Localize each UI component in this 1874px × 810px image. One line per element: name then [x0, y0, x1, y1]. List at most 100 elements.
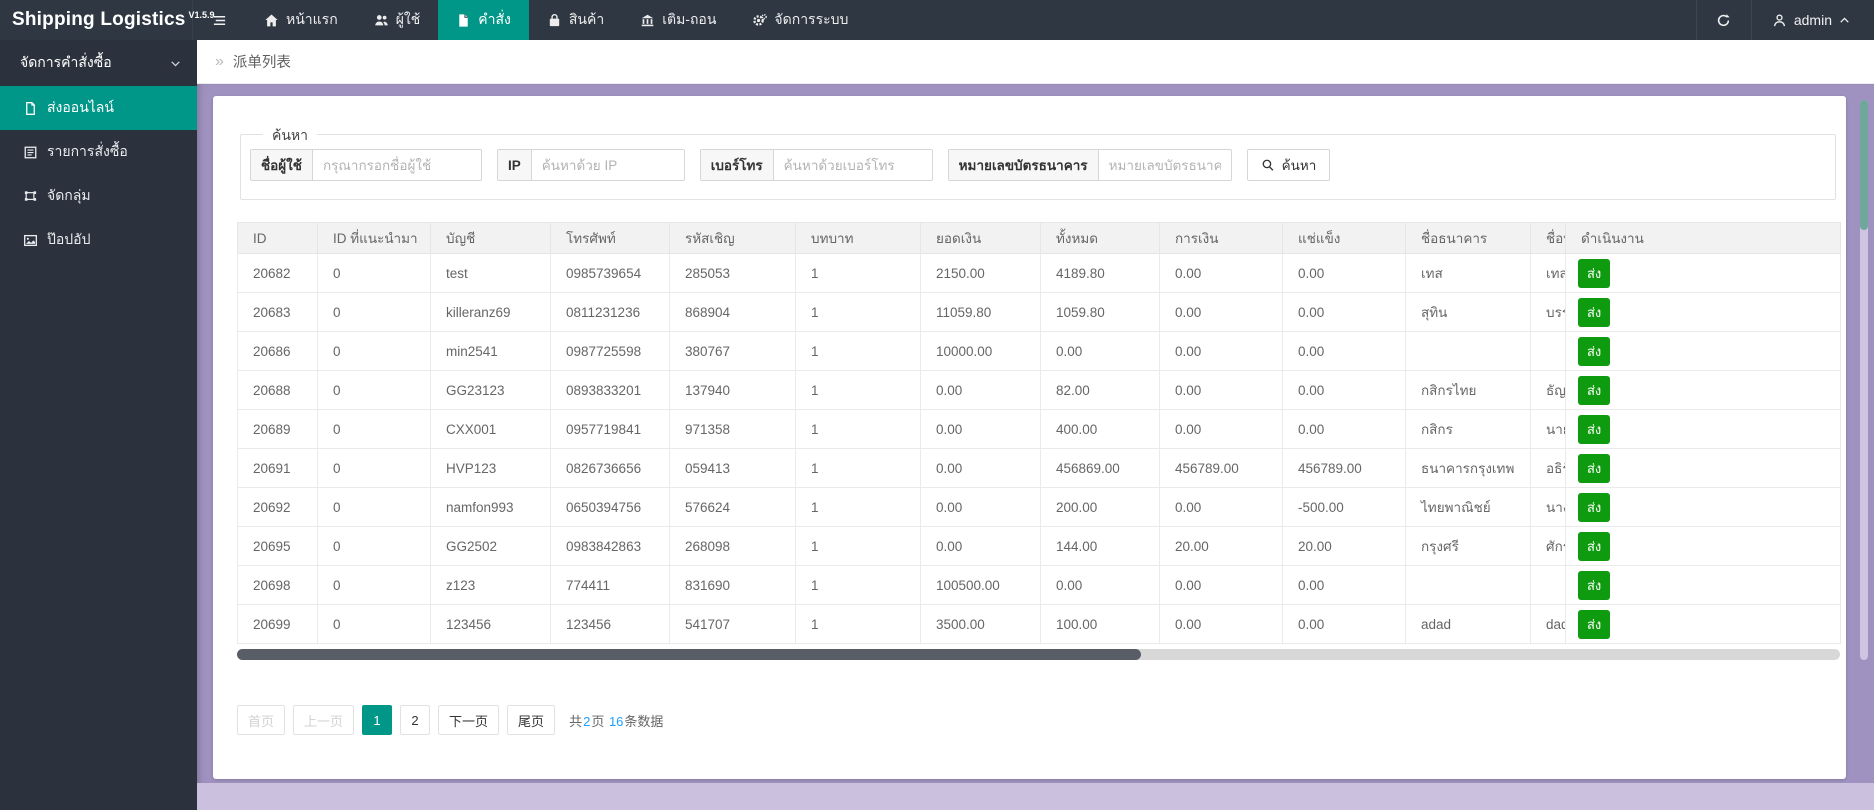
send-button[interactable]: ส่ง — [1578, 493, 1610, 522]
nav-item-label: ผู้ใช้ — [396, 9, 421, 31]
hamburger-icon — [212, 13, 227, 28]
page-button-next[interactable]: 下一页 — [438, 705, 499, 735]
nav-item-users[interactable]: ผู้ใช้ — [356, 0, 439, 40]
cell-finance: 0.00 — [1160, 605, 1283, 644]
send-button[interactable]: ส่ง — [1578, 337, 1610, 366]
user-menu[interactable]: admin — [1752, 0, 1874, 40]
nav-item-home[interactable]: หน้าแรก — [246, 0, 356, 40]
cell-frozen: -500.00 — [1283, 488, 1406, 527]
table-row: 206860min25410987725598380767110000.000.… — [238, 332, 1841, 371]
cell-finance: 0.00 — [1160, 254, 1283, 293]
sidebar-item-order-list[interactable]: รายการสั่งซื้อ — [0, 130, 197, 174]
cell-account_name: dad — [1531, 605, 1566, 644]
cell-account: test — [431, 254, 551, 293]
search-group-username: ชื่อผู้ใช้ — [250, 149, 482, 181]
search-row: ชื่อผู้ใช้IPเบอร์โทรหมายเลขบัตรธนาคารค้น… — [250, 149, 1330, 181]
cell-role: 1 — [796, 566, 921, 605]
sidebar-toggle-button[interactable] — [192, 0, 246, 40]
cell-ref_id: 0 — [318, 254, 431, 293]
cell-phone: 0811231236 — [551, 293, 670, 332]
vertical-scrollbar[interactable] — [1860, 100, 1868, 660]
send-button[interactable]: ส่ง — [1578, 532, 1610, 561]
cell-balance: 0.00 — [921, 488, 1041, 527]
cell-account: GG23123 — [431, 371, 551, 410]
group-icon — [23, 189, 38, 204]
cell-account_name: ศักร — [1531, 527, 1566, 566]
cell-invite_code: 380767 — [670, 332, 796, 371]
phone-input[interactable] — [774, 150, 932, 180]
send-button[interactable]: ส่ง — [1578, 298, 1610, 327]
users-icon — [374, 13, 389, 28]
refresh-icon — [1716, 13, 1731, 28]
nav-item-system[interactable]: จัดการระบบ — [734, 0, 866, 40]
cell-account: HVP123 — [431, 449, 551, 488]
send-button[interactable]: ส่ง — [1578, 415, 1610, 444]
cell-bank_name: adad — [1406, 605, 1531, 644]
pagination-summary-number: 2 — [582, 714, 591, 729]
cell-frozen: 0.00 — [1283, 566, 1406, 605]
horizontal-scrollbar[interactable] — [237, 649, 1840, 660]
chevron-down-icon — [170, 58, 181, 69]
cell-actions: ส่ง — [1566, 566, 1841, 605]
cell-ref_id: 0 — [318, 605, 431, 644]
cell-phone: 0987725598 — [551, 332, 670, 371]
send-button[interactable]: ส่ง — [1578, 376, 1610, 405]
send-button[interactable]: ส่ง — [1578, 610, 1610, 639]
cell-balance: 0.00 — [921, 410, 1041, 449]
send-button[interactable]: ส่ง — [1578, 259, 1610, 288]
cell-balance: 0.00 — [921, 449, 1041, 488]
cell-account: CXX001 — [431, 410, 551, 449]
page-button-last[interactable]: 尾页 — [507, 705, 555, 735]
cell-balance: 2150.00 — [921, 254, 1041, 293]
cell-bank_name: กสิกร — [1406, 410, 1531, 449]
pagination-summary: 共2页 16条数据 — [569, 711, 663, 730]
column-header-7: ทั้งหมด — [1041, 223, 1160, 254]
search-button[interactable]: ค้นหา — [1247, 149, 1331, 181]
username-input[interactable] — [313, 150, 481, 180]
table-row: 206920namfon993065039475657662410.00200.… — [238, 488, 1841, 527]
sidebar-group-order-management[interactable]: จัดการคำสั่งซื้อ — [0, 40, 197, 86]
send-button[interactable]: ส่ง — [1578, 454, 1610, 483]
cell-account_name: นางส — [1531, 488, 1566, 527]
refresh-button[interactable] — [1696, 0, 1752, 40]
footer-strip — [197, 783, 1874, 810]
search-label-username: ชื่อผู้ใช้ — [251, 150, 313, 180]
nav-item-products[interactable]: สินค้า — [529, 0, 622, 40]
nav-item-orders[interactable]: คำสั่ง — [438, 0, 529, 40]
horizontal-scrollbar-thumb[interactable] — [237, 649, 1141, 660]
send-button[interactable]: ส่ง — [1578, 571, 1610, 600]
page-button-page-2[interactable]: 2 — [400, 705, 430, 735]
cell-role: 1 — [796, 293, 921, 332]
pagination-summary-text: 条数据 — [624, 714, 663, 729]
cell-invite_code: 971358 — [670, 410, 796, 449]
vertical-scrollbar-thumb[interactable] — [1860, 100, 1868, 230]
cell-finance: 0.00 — [1160, 566, 1283, 605]
table-row: 20699012345612345654170713500.00100.000.… — [238, 605, 1841, 644]
bankcard-input[interactable] — [1099, 150, 1231, 180]
table-header-row: IDID ที่แนะนำมาบัญชีโทรศัพท์รหัสเชิญบทบา… — [238, 223, 1841, 254]
column-header-6: ยอดเงิน — [921, 223, 1041, 254]
page-button-page-1[interactable]: 1 — [362, 705, 392, 735]
dispatch-table: IDID ที่แนะนำมาบัญชีโทรศัพท์รหัสเชิญบทบา… — [237, 222, 1840, 644]
cell-phone: 0650394756 — [551, 488, 670, 527]
cell-finance: 0.00 — [1160, 371, 1283, 410]
cell-total: 82.00 — [1041, 371, 1160, 410]
ip-input[interactable] — [532, 150, 684, 180]
bank-icon — [640, 13, 655, 28]
image-icon — [23, 233, 38, 248]
table-row: 206830killeranz690811231236868904111059.… — [238, 293, 1841, 332]
cell-ref_id: 0 — [318, 449, 431, 488]
search-panel-legend: ค้นหา — [263, 125, 317, 147]
cell-role: 1 — [796, 410, 921, 449]
cell-total: 400.00 — [1041, 410, 1160, 449]
sidebar-item-grouping[interactable]: จัดกลุ่ม — [0, 174, 197, 218]
cell-total: 0.00 — [1041, 332, 1160, 371]
nav-item-label: จัดการระบบ — [774, 9, 848, 31]
cell-balance: 11059.80 — [921, 293, 1041, 332]
cell-frozen: 0.00 — [1283, 254, 1406, 293]
nav-item-deposit-withdraw[interactable]: เติม-ถอน — [622, 0, 734, 40]
cell-total: 144.00 — [1041, 527, 1160, 566]
sidebar-item-send-online[interactable]: ส่งออนไลน์ — [0, 86, 197, 130]
cell-total: 200.00 — [1041, 488, 1160, 527]
sidebar-item-popup[interactable]: ป๊อปอัป — [0, 218, 197, 262]
